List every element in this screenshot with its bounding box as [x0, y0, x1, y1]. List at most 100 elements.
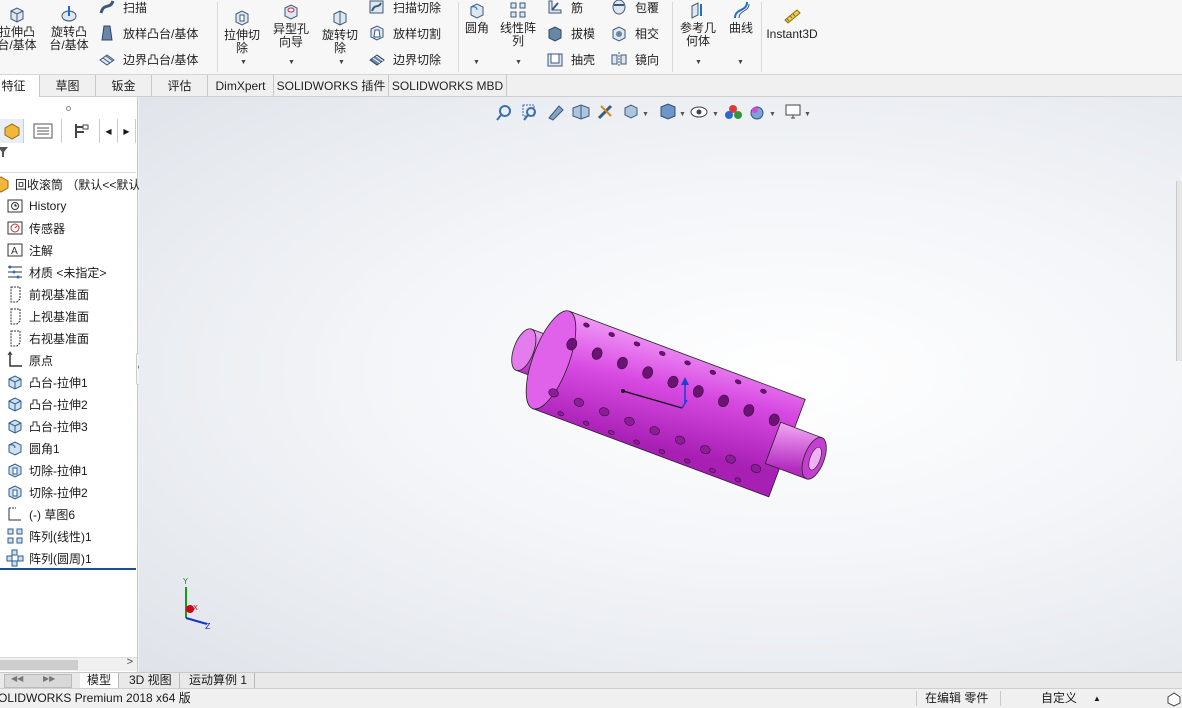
tree-item[interactable]: A 注解: [6, 239, 53, 261]
tab-3d-view[interactable]: 3D 视图: [122, 673, 180, 689]
property-manager-tab[interactable]: [24, 119, 62, 143]
fillet-label: 圆角: [464, 21, 489, 35]
scrollbar-thumb[interactable]: [0, 660, 78, 670]
circular-pattern-feature-icon: [6, 549, 24, 567]
boundary-boss-button[interactable]: 边界凸台/基体: [98, 50, 198, 68]
revolve-cut-button[interactable]: 旋转切除: [318, 7, 362, 55]
boundary-cut-button[interactable]: 边界切除: [368, 50, 441, 68]
tree-item[interactable]: 原点: [6, 349, 53, 371]
tab-scroll-first-icon[interactable]: ◀◀: [11, 674, 23, 683]
tree-item-label: 凸台-拉伸3: [29, 419, 88, 434]
tree-root-label: 回收滚筒 （默认<<默认: [15, 177, 141, 192]
revolve-boss-label: 旋转凸台/基体: [49, 25, 89, 52]
rib-label: 筋: [571, 0, 584, 15]
panel-scroll-left-button[interactable]: ◀: [100, 119, 118, 143]
hole-wizard-button[interactable]: 异型孔向导: [268, 1, 314, 49]
rib-button[interactable]: 筋: [546, 0, 583, 16]
edit-mode-text: 在编辑 零件: [925, 691, 989, 705]
extrude-boss-button[interactable]: 拉伸凸台/基体: [0, 4, 40, 52]
reference-geometry-label: 参考几何体: [679, 21, 716, 48]
rebuild-status-icon[interactable]: [1166, 691, 1182, 707]
tree-item[interactable]: 阵列(线性)1: [6, 525, 92, 547]
status-separator: [1000, 691, 1001, 706]
tree-horizontal-scrollbar[interactable]: >: [0, 656, 137, 671]
annotations-icon: A: [7, 243, 23, 257]
reference-geometry-dropdown-icon[interactable]: ▼: [695, 59, 702, 66]
boundary-boss-icon: [99, 54, 115, 66]
tree-item[interactable]: 凸台-拉伸3: [6, 415, 88, 437]
feature-manager-tab[interactable]: [0, 119, 24, 143]
sensors-icon: [7, 221, 23, 235]
tree-item[interactable]: History: [6, 195, 66, 217]
rollback-bar[interactable]: [0, 568, 136, 570]
linear-pattern-dropdown-icon[interactable]: ▼: [515, 59, 522, 66]
tab-model[interactable]: 模型: [80, 673, 120, 689]
tab-sketch[interactable]: 草图: [40, 75, 96, 97]
sweep-icon: [99, 0, 115, 14]
tab-motion-study[interactable]: 运动算例 1: [182, 673, 256, 689]
tree-item[interactable]: 右视基准面: [6, 327, 89, 349]
part-model-view[interactable]: Y X Z: [139, 97, 1182, 672]
wrap-button[interactable]: 包覆: [610, 0, 659, 16]
tab-solidworks-mbd[interactable]: SOLIDWORKS MBD: [389, 75, 507, 97]
tree-item[interactable]: 阵列(圆周)1: [6, 547, 92, 569]
tab-dimxpert[interactable]: DimXpert: [208, 75, 274, 97]
fillet-dropdown-icon[interactable]: ▼: [473, 59, 480, 66]
tree-item[interactable]: (-) 草图6: [6, 503, 75, 525]
fillet-icon: [470, 3, 484, 19]
curves-button[interactable]: 曲线: [722, 0, 760, 35]
unit-system-selector[interactable]: 自定义: [1041, 689, 1077, 708]
tree-item[interactable]: 传感器: [6, 217, 65, 239]
lofted-cut-button[interactable]: 放样切割: [368, 24, 441, 42]
instant3d-button[interactable]: Instant3D: [764, 6, 820, 41]
panel-splitter[interactable]: [0, 97, 137, 119]
panel-scroll-right-button[interactable]: ▶: [118, 119, 136, 143]
intersect-button[interactable]: 相交: [610, 24, 659, 42]
tree-item[interactable]: 前视基准面: [6, 283, 89, 305]
curves-dropdown-icon[interactable]: ▼: [737, 59, 744, 66]
extrude-cut-button[interactable]: 拉伸切除: [220, 7, 264, 55]
tree-filter-bar[interactable]: [0, 143, 136, 173]
revolve-boss-button[interactable]: 旋转凸台/基体: [46, 4, 92, 52]
status-separator: [916, 691, 917, 706]
fillet-button[interactable]: 圆角: [460, 0, 494, 35]
tab-scroll-buttons[interactable]: ◀◀ ▶▶: [4, 674, 72, 688]
boundary-boss-label: 边界凸台/基体: [123, 52, 199, 67]
sweep-button[interactable]: 扫描: [98, 0, 147, 16]
shell-button[interactable]: 抽壳: [546, 50, 595, 68]
reference-geometry-button[interactable]: 参考几何体: [676, 0, 720, 48]
tab-scroll-last-icon[interactable]: ▶▶: [43, 674, 55, 683]
tab-features[interactable]: 特征: [0, 75, 40, 97]
command-manager-tabs: 特征 草图 钣金 评估 DimXpert SOLIDWORKS 插件 SOLID…: [0, 75, 1182, 97]
loft-boss-button[interactable]: 放样凸台/基体: [98, 24, 198, 42]
graphics-viewport[interactable]: ▼ ▼ ▼ ▼ ▼ ✕: [139, 97, 1182, 672]
tree-item[interactable]: 材质 <未指定>: [6, 261, 106, 283]
tab-evaluate[interactable]: 评估: [152, 75, 208, 97]
hole-wizard-dropdown-icon[interactable]: ▼: [288, 59, 295, 66]
tab-solidworks-addins[interactable]: SOLIDWORKS 插件: [274, 75, 389, 97]
tree-item[interactable]: 圆角1: [6, 437, 60, 459]
arrow-left-icon: ◀: [105, 126, 112, 136]
tree-item[interactable]: 凸台-拉伸2: [6, 393, 88, 415]
revolve-cut-icon: [333, 10, 347, 26]
extrude-cut-dropdown-icon[interactable]: ▼: [240, 59, 247, 66]
tree-item[interactable]: 凸台-拉伸1: [6, 371, 88, 393]
linear-pattern-button[interactable]: 线性阵列: [496, 0, 540, 48]
tree-root-part[interactable]: 回收滚筒 （默认<<默认: [0, 173, 140, 195]
configuration-manager-icon: [74, 124, 88, 138]
boundary-cut-label: 边界切除: [393, 52, 442, 67]
tree-item-label: 阵列(圆周)1: [29, 551, 92, 566]
tab-sheet-metal[interactable]: 钣金: [96, 75, 152, 97]
mirror-button[interactable]: 镜向: [610, 50, 659, 68]
revolve-cut-dropdown-icon[interactable]: ▼: [338, 59, 345, 66]
tree-item[interactable]: 切除-拉伸1: [6, 459, 88, 481]
tree-item-label: 凸台-拉伸1: [29, 375, 88, 390]
scroll-right-icon[interactable]: >: [127, 656, 133, 668]
configuration-manager-tab[interactable]: [62, 119, 100, 143]
swept-cut-button[interactable]: 扫描切除: [368, 0, 441, 16]
ribbon-separator: [217, 2, 218, 72]
tree-item[interactable]: 上视基准面: [6, 305, 89, 327]
tree-item[interactable]: 切除-拉伸2: [6, 481, 88, 503]
draft-button[interactable]: 拔模: [546, 24, 595, 42]
unit-system-dropdown-icon[interactable]: ▲: [1093, 689, 1101, 708]
